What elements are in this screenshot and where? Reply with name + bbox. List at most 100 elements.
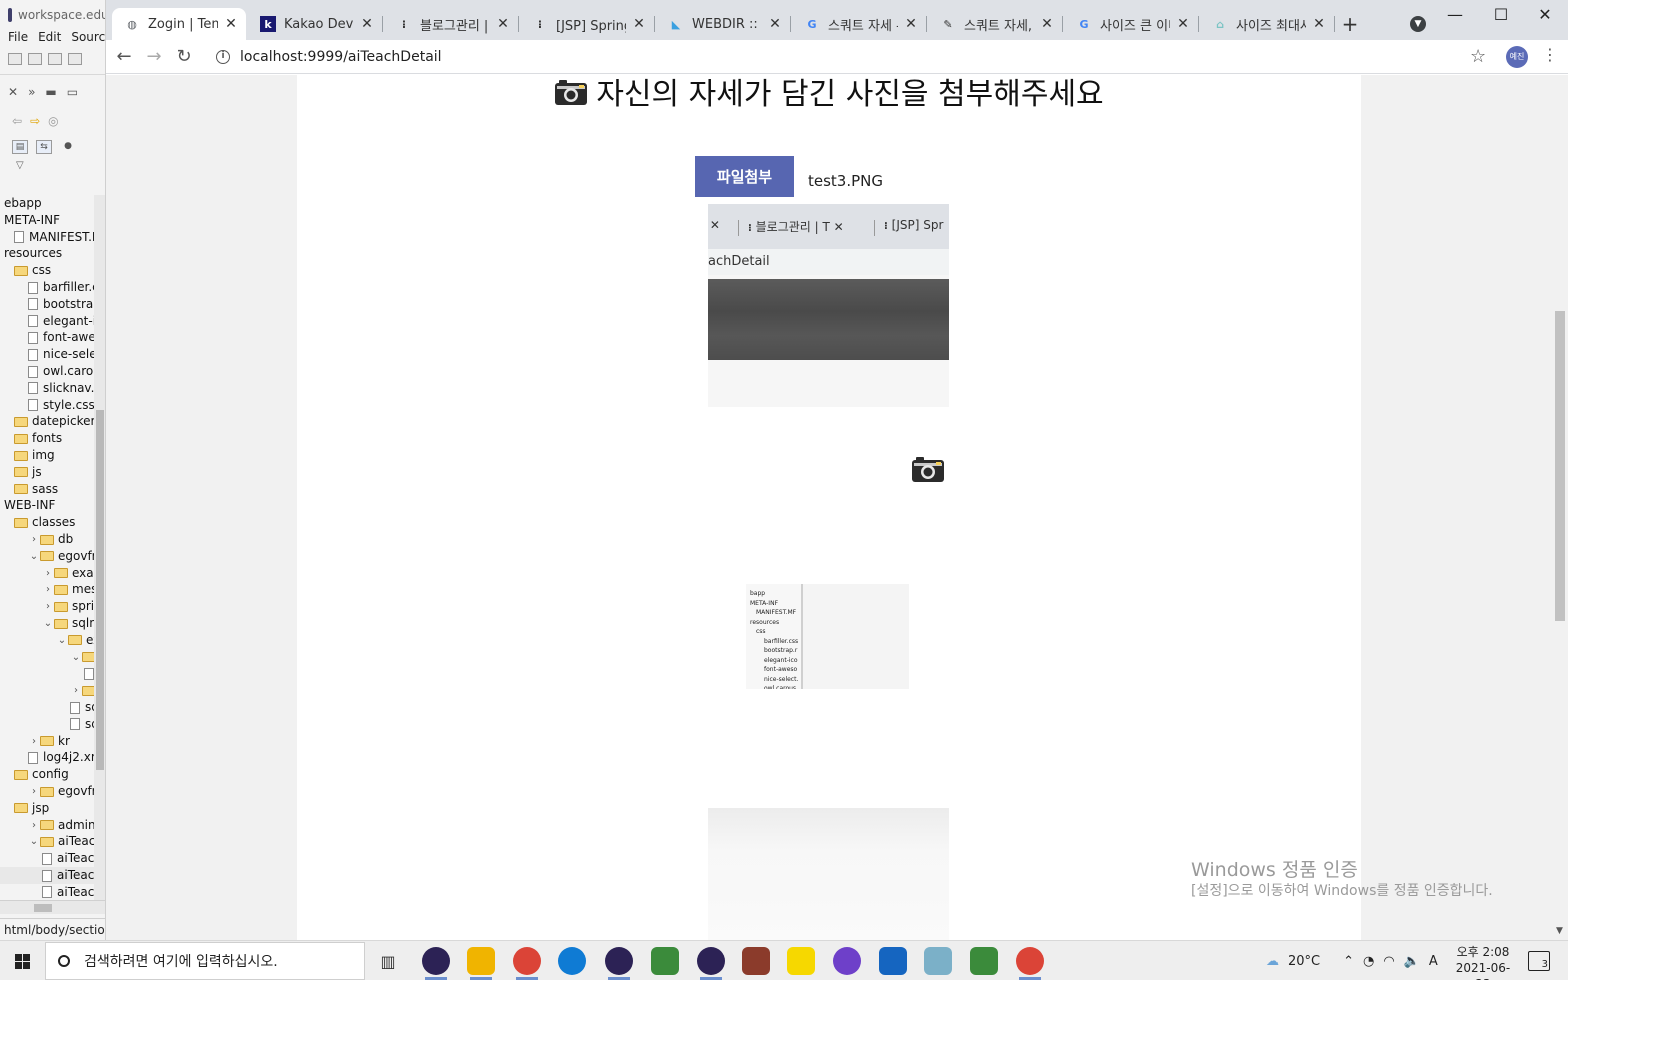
expanded-arrow-icon[interactable]: ⌄ bbox=[28, 548, 40, 565]
tree-item[interactable]: jsp bbox=[0, 800, 49, 817]
tree-item[interactable]: ⌄ sqlmap bbox=[0, 615, 94, 632]
chrome-taskbar-icon[interactable] bbox=[513, 947, 541, 980]
tree-item[interactable]: log4j2.xml bbox=[0, 749, 94, 766]
tree-item[interactable]: nice-select. bbox=[0, 346, 94, 363]
collapse-all-icon[interactable]: ▤ bbox=[12, 140, 28, 154]
tree-item[interactable]: aiTeachI bbox=[0, 884, 94, 900]
tree-item[interactable]: classes bbox=[0, 514, 75, 531]
forward-icon[interactable]: → bbox=[142, 45, 166, 69]
tab-close-icon[interactable]: ✕ bbox=[1312, 16, 1326, 32]
collapsed-arrow-icon[interactable]: › bbox=[42, 565, 54, 582]
tab-close-icon[interactable]: ✕ bbox=[904, 16, 918, 32]
tree-item[interactable]: ›sa bbox=[0, 682, 94, 699]
maximize-window-icon[interactable]: ☐ bbox=[1478, 4, 1524, 28]
tree-item[interactable]: font-aweso bbox=[0, 329, 94, 346]
tree-item[interactable]: aiTeach/ bbox=[0, 850, 94, 867]
notification-center-icon[interactable]: 3 bbox=[1528, 951, 1550, 971]
back-icon[interactable]: ← bbox=[112, 45, 136, 69]
browser-tab[interactable]: ◍ Zogin | Templa ✕ bbox=[112, 8, 246, 40]
menu-edit[interactable]: Edit bbox=[38, 30, 61, 46]
reader-taskbar-icon[interactable] bbox=[879, 947, 907, 975]
eclipse-taskbar-icon[interactable] bbox=[697, 947, 725, 980]
collapsed-arrow-icon[interactable]: › bbox=[42, 598, 54, 615]
tree-item[interactable]: style.css bbox=[0, 397, 94, 414]
browser-tab[interactable]: G 스쿼트 자세 - G ✕ bbox=[792, 8, 927, 40]
network-icon[interactable]: ◔ bbox=[1363, 954, 1374, 969]
clock[interactable]: 오후 2:08 2021-06-23 bbox=[1450, 944, 1516, 980]
tree-item[interactable]: ⌄ aiTeach bbox=[0, 833, 94, 850]
file-explorer-taskbar-icon[interactable] bbox=[467, 947, 495, 980]
collapsed-arrow-icon[interactable]: › bbox=[28, 783, 40, 800]
tab-close-icon[interactable]: ✕ bbox=[1176, 16, 1190, 32]
wifi-icon[interactable]: ◠ bbox=[1383, 954, 1394, 969]
reload-icon[interactable]: ↻ bbox=[172, 45, 196, 69]
menu-source[interactable]: Source bbox=[71, 30, 105, 46]
tree-item[interactable]: elegant-ico bbox=[0, 313, 94, 330]
tree-item[interactable]: sq bbox=[0, 716, 94, 733]
weather-icon[interactable]: ☁ bbox=[1266, 954, 1279, 969]
save-icon[interactable] bbox=[28, 53, 42, 65]
tab-close-icon[interactable]: ✕ bbox=[632, 16, 646, 32]
eclipse-taskbar-icon[interactable] bbox=[422, 947, 450, 980]
tab-close-icon[interactable]: ✕ bbox=[1040, 16, 1054, 32]
tree-item[interactable] bbox=[0, 665, 94, 682]
collapsed-arrow-icon[interactable]: › bbox=[70, 682, 82, 699]
tab-close-icon[interactable]: ✕ bbox=[224, 16, 238, 32]
tree-item[interactable]: sq bbox=[0, 699, 94, 716]
close-view-icon[interactable]: ✕ bbox=[8, 85, 18, 99]
tree-item[interactable]: config bbox=[0, 766, 69, 783]
new-icon[interactable] bbox=[8, 53, 22, 65]
tree-item[interactable]: css bbox=[0, 262, 51, 279]
site-info-icon[interactable]: i bbox=[216, 50, 230, 64]
collapsed-arrow-icon[interactable]: › bbox=[28, 733, 40, 750]
tree-item[interactable]: › db bbox=[0, 531, 73, 548]
tree-item[interactable]: ⌄ egovframew bbox=[0, 548, 94, 565]
game-taskbar-icon[interactable] bbox=[742, 947, 770, 975]
tree-item[interactable]: MANIFEST.MF bbox=[0, 229, 94, 246]
browser-tab[interactable]: ⁝ 블로그관리 | Ti ✕ bbox=[384, 8, 519, 40]
tree-item[interactable]: fonts bbox=[0, 430, 62, 447]
tree-item[interactable]: datepicker bbox=[0, 413, 94, 430]
github-taskbar-icon[interactable] bbox=[833, 947, 861, 975]
task-view-taskbar-icon[interactable]: ▥ bbox=[374, 947, 402, 975]
notepad-taskbar-icon[interactable] bbox=[970, 947, 998, 975]
tree-item[interactable]: ebapp bbox=[0, 195, 42, 212]
tree-item[interactable]: js bbox=[0, 464, 42, 481]
tree-item[interactable]: › kr bbox=[0, 733, 70, 750]
browser-tab[interactable]: ◣ WEBDIR :: CSS ✕ bbox=[656, 8, 791, 40]
back-arrow-icon[interactable]: ⇦ bbox=[12, 114, 22, 128]
tree-item[interactable]: WEB-INF bbox=[0, 497, 55, 514]
taskbar-search[interactable]: 검색하려면 여기에 입력하십시오. bbox=[45, 942, 365, 980]
tree-item[interactable]: ⌄m bbox=[0, 649, 94, 666]
tree-item[interactable]: sass bbox=[0, 481, 58, 498]
weather-temp[interactable]: 20°C bbox=[1288, 954, 1320, 969]
attach-file-button[interactable]: 파일첨부 bbox=[695, 156, 794, 197]
tree-item[interactable]: img bbox=[0, 447, 55, 464]
minimize-icon[interactable]: ▬ bbox=[45, 85, 56, 99]
collapsed-arrow-icon[interactable]: › bbox=[28, 817, 40, 834]
tree-item[interactable]: bootstrap.m bbox=[0, 296, 94, 313]
expanded-arrow-icon[interactable]: ⌄ bbox=[70, 649, 82, 666]
maximize-icon[interactable]: ▭ bbox=[67, 85, 78, 99]
chrome-taskbar-icon[interactable] bbox=[1016, 947, 1044, 980]
tab-search-icon[interactable]: ▼ bbox=[1410, 16, 1426, 32]
tab-close-icon[interactable]: ✕ bbox=[768, 16, 782, 32]
tree-horizontal-scrollbar[interactable] bbox=[0, 900, 105, 914]
tree-item[interactable]: barfiller.css bbox=[0, 279, 94, 296]
browser-tab[interactable]: G 사이즈 큰 이미 ✕ bbox=[1064, 8, 1199, 40]
collapsed-arrow-icon[interactable]: › bbox=[28, 531, 40, 548]
tree-item[interactable]: › message bbox=[0, 581, 94, 598]
tree-item[interactable]: aiTeachI bbox=[0, 867, 94, 884]
edge-taskbar-icon[interactable] bbox=[558, 947, 586, 975]
expanded-arrow-icon[interactable]: ⌄ bbox=[28, 833, 40, 850]
view-overflow-icon[interactable]: » bbox=[28, 85, 35, 99]
tree-item[interactable]: › example bbox=[0, 565, 94, 582]
tree-item[interactable]: › spring bbox=[0, 598, 94, 615]
expanded-arrow-icon[interactable]: ⌄ bbox=[42, 615, 54, 632]
browser-tab[interactable]: ⌂ 사이즈 최대사 ✕ bbox=[1200, 8, 1335, 40]
kakaotalk-taskbar-icon[interactable] bbox=[787, 947, 815, 975]
tree-vertical-scrollbar[interactable] bbox=[94, 195, 105, 900]
tree-item[interactable]: › admin bbox=[0, 817, 94, 834]
ime-indicator[interactable]: A bbox=[1429, 954, 1438, 969]
print-icon[interactable] bbox=[68, 53, 82, 65]
